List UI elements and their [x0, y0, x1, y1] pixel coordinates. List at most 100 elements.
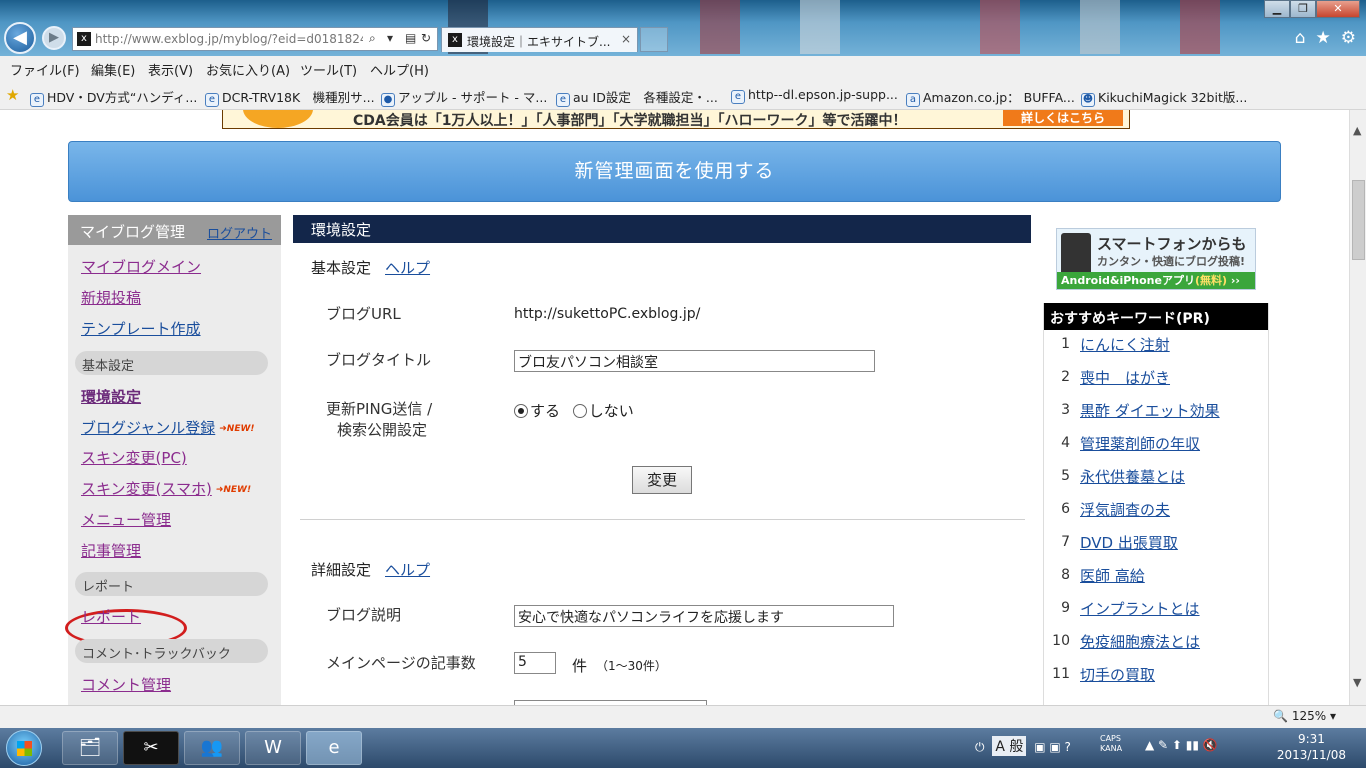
ad-banner[interactable]: CDA会員は「1万人以上！」「人事部門」「大学就職担当」「ハローワーク」等で活躍…: [222, 110, 1130, 129]
logout-link[interactable]: ログアウト: [207, 223, 272, 242]
favorite-link[interactable]: a Amazon.co.jp： BUFFA...: [906, 87, 1075, 107]
list-item: 3 黒酢 ダイエット効果: [1061, 400, 1220, 421]
blog-url-value: http://sukettoPC.exblog.jp/: [514, 306, 701, 322]
cat-icon: ☻: [1081, 93, 1095, 107]
keyword-link[interactable]: 浮気調査の夫: [1080, 499, 1170, 520]
scroll-down-icon[interactable]: ▼: [1353, 676, 1361, 689]
users-icon[interactable]: 👥: [184, 731, 240, 765]
ad-line1: スマートフォンからも: [1097, 235, 1247, 253]
zoom-level[interactable]: 🔍 125% ▾: [1273, 709, 1336, 723]
menu-favorites[interactable]: お気に入り(A): [206, 60, 290, 79]
menu-view[interactable]: 表示(V): [148, 60, 193, 79]
help-link[interactable]: ヘルプ: [385, 561, 430, 579]
browser-toolbar-icons: ⌂ ★ ⚙: [1295, 28, 1356, 48]
sidebar-item-report[interactable]: レポート: [81, 606, 141, 627]
favorite-link[interactable]: ● アップル - サポート - マ...: [381, 87, 547, 107]
page-scrollbar[interactable]: ▲ ▼: [1349, 110, 1366, 705]
close-window-button[interactable]: ✕: [1316, 0, 1360, 18]
recommended-keywords: おすすめキーワード(PR) 1 にんにく注射 2 喪中 はがき 3 黒酢 ダイエット効…: [1043, 303, 1269, 705]
section-title-text: 基本設定: [311, 259, 372, 277]
tab-close-icon[interactable]: ×: [621, 32, 631, 46]
back-button[interactable]: ◀: [4, 22, 36, 54]
favorite-link[interactable]: e HDV・DV方式“ハンディ...: [30, 87, 197, 107]
tab-active[interactable]: x 環境設定｜エキサイトブ... ×: [441, 27, 638, 52]
keyword-link[interactable]: 切手の買取: [1080, 664, 1155, 685]
keyword-link[interactable]: 黒酢 ダイエット効果: [1080, 400, 1220, 421]
banner-detail-button[interactable]: 詳しくはこちら: [1003, 110, 1123, 126]
favorite-link[interactable]: e au ID設定 各種設定・...: [556, 87, 718, 107]
search-icon[interactable]: ⌕: [369, 31, 376, 46]
start-button[interactable]: [6, 730, 42, 766]
app-icon[interactable]: ✂: [123, 731, 179, 765]
menu-bar: ファイル(F) 編集(E) 表示(V) お気に入り(A) ツール(T) ヘルプ(…: [0, 56, 1366, 81]
favorites-star-icon[interactable]: ★: [1316, 28, 1331, 48]
ping-radio-off[interactable]: [572, 404, 587, 418]
menu-edit[interactable]: 編集(E): [91, 60, 135, 79]
banner-graphic: [243, 110, 313, 128]
post-count-input[interactable]: 5: [514, 652, 556, 674]
menu-help[interactable]: ヘルプ(H): [370, 60, 429, 79]
keyword-link[interactable]: インプラントとは: [1080, 598, 1200, 619]
blog-title-input[interactable]: ブロ友パソコン相談室: [514, 350, 875, 372]
minimize-button[interactable]: ▁: [1264, 0, 1290, 18]
smartphone-app-ad[interactable]: スマートフォンからも カンタン・快適にブログ投稿! Android&iPhone…: [1056, 228, 1256, 290]
tray-icons[interactable]: ▲ ✎ ⬆ ▮▮ 🔇: [1145, 738, 1218, 752]
ime-indicator[interactable]: A 般: [992, 736, 1027, 756]
favorite-link[interactable]: ☻ KikuchiMagick 32bit版...: [1081, 87, 1247, 107]
forward-button[interactable]: ▶: [42, 26, 66, 50]
refresh-icon[interactable]: ↻: [421, 31, 431, 45]
sidebar-item-skin-smartphone[interactable]: スキン変更(スマホ) ➜NEW!: [81, 478, 251, 499]
sidebar-item-skin-pc[interactable]: スキン変更(PC): [81, 447, 187, 468]
maximize-button[interactable]: ❐: [1290, 0, 1316, 18]
new-admin-button[interactable]: 新管理画面を使用する: [68, 141, 1281, 202]
sidebar-item-new-post[interactable]: 新規投稿: [81, 287, 141, 308]
sidebar-item-menu-manage[interactable]: メニュー管理: [81, 509, 171, 530]
ie-page-icon: e: [205, 93, 219, 107]
keyword-link[interactable]: 管理薬剤師の年収: [1080, 433, 1200, 454]
keyword-link[interactable]: 永代供養墓とは: [1080, 466, 1185, 487]
background-tile: [1180, 0, 1220, 54]
amazon-icon: a: [906, 93, 920, 107]
address-bar[interactable]: x http://www.exblog.jp/myblog/?eid=d0181…: [72, 27, 438, 51]
menu-file[interactable]: ファイル(F): [10, 60, 80, 79]
keywords-title: おすすめキーワード(PR): [1044, 303, 1268, 330]
clock[interactable]: 9:31 2013/11/08: [1277, 731, 1346, 763]
favorites-star-icon[interactable]: ★: [6, 86, 19, 104]
compat-view-icon[interactable]: ▤: [405, 31, 416, 45]
section-title-text: 詳細設定: [311, 561, 372, 579]
keyword-link[interactable]: 免疫細胞療法とは: [1080, 631, 1200, 652]
sidebar-item-article-manage[interactable]: 記事管理: [81, 540, 141, 561]
tray-app-icon[interactable]: ⏻: [975, 740, 985, 754]
sidebar-item-comment-manage[interactable]: コメント管理: [81, 674, 171, 695]
word-icon[interactable]: W: [245, 731, 301, 765]
sidebar-item-genre[interactable]: ブログジャンル登録 ➜NEW!: [81, 417, 255, 438]
help-link[interactable]: ヘルプ: [385, 259, 430, 277]
ping-radio-on[interactable]: [514, 404, 528, 418]
scroll-up-icon[interactable]: ▲: [1353, 124, 1361, 137]
tools-gear-icon[interactable]: ⚙: [1341, 28, 1356, 48]
menu-tools[interactable]: ツール(T): [300, 60, 357, 79]
dropdown-icon[interactable]: ▾: [387, 31, 393, 45]
keyword-link[interactable]: にんにく注射: [1080, 334, 1170, 355]
sidebar-item-myblog-main[interactable]: マイブログメイン: [81, 256, 201, 277]
favorite-link[interactable]: e DCR-TRV18K 機種別サ...: [205, 87, 375, 107]
scroll-thumb[interactable]: [1352, 180, 1365, 260]
new-tab-button[interactable]: [640, 27, 668, 52]
keyword-link[interactable]: 喪中 はがき: [1080, 367, 1170, 388]
home-icon[interactable]: ⌂: [1295, 28, 1306, 48]
sidebar-item-template[interactable]: テンプレート作成: [81, 318, 201, 339]
ime-toolbar-icon[interactable]: ▣ ▣ ?: [1034, 740, 1071, 754]
favorite-link[interactable]: e http--dl.epson.jp-supp...: [731, 87, 898, 104]
change-button[interactable]: 変更: [632, 466, 692, 494]
explorer-icon[interactable]: 🗂: [62, 731, 118, 765]
sidebar-item-settings[interactable]: 環境設定: [81, 386, 141, 407]
keyword-link[interactable]: 医師 高給: [1080, 565, 1145, 586]
list-item: 2 喪中 はがき: [1061, 367, 1171, 388]
blog-desc-input[interactable]: 安心で快適なパソコンライフを応援します: [514, 605, 894, 627]
internet-explorer-icon[interactable]: e: [306, 731, 362, 765]
list-item: 7 DVD 出張買取: [1061, 532, 1178, 553]
address-url[interactable]: http://www.exblog.jp/myblog/?eid=d018182…: [95, 32, 363, 46]
keyword-link[interactable]: DVD 出張買取: [1080, 532, 1178, 553]
radio-label-on: する: [530, 402, 561, 420]
radio-label-off: しない: [588, 402, 634, 420]
